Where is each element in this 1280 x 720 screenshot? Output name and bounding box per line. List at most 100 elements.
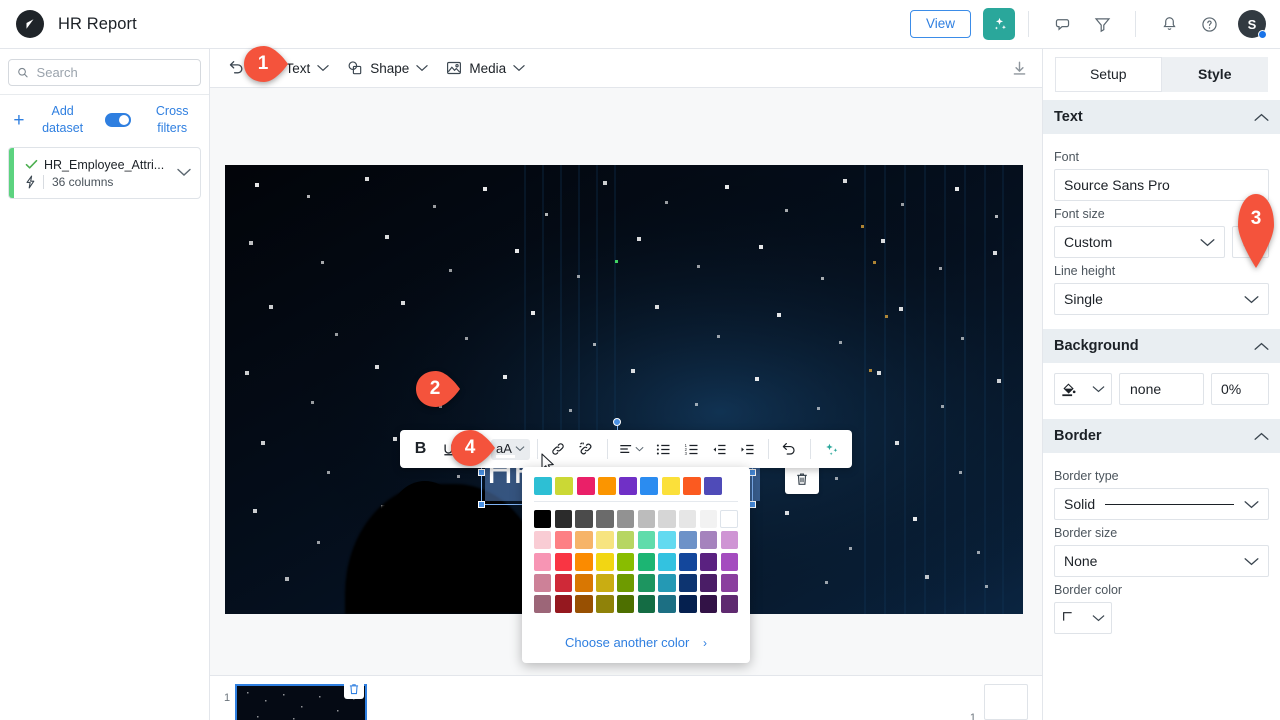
color-swatch-recent-4[interactable] xyxy=(619,477,637,495)
app-logo-icon[interactable] xyxy=(16,10,44,38)
section-header-text[interactable]: Text xyxy=(1043,100,1280,134)
ai-sparkle-button[interactable] xyxy=(818,436,845,463)
color-swatch-1-1[interactable] xyxy=(555,531,572,549)
tab-style[interactable]: Style xyxy=(1162,57,1269,92)
color-swatch-recent-3[interactable] xyxy=(598,477,616,495)
toolbar-shape-menu[interactable]: Shape xyxy=(338,56,437,80)
avatar[interactable]: S xyxy=(1238,10,1266,38)
resize-handle-sw[interactable] xyxy=(478,501,485,508)
color-swatch-recent-8[interactable] xyxy=(704,477,722,495)
canvas-area[interactable]: HR Report xyxy=(210,88,1042,675)
dataset-chevron-down-icon[interactable] xyxy=(177,164,200,182)
color-swatch-recent-7[interactable] xyxy=(683,477,701,495)
color-swatch-0-6[interactable] xyxy=(658,510,675,528)
color-swatch-1-4[interactable] xyxy=(617,531,634,549)
delete-page-button[interactable] xyxy=(344,679,364,699)
color-swatch-recent-0[interactable] xyxy=(534,477,552,495)
cross-filters-link[interactable]: Cross filters xyxy=(141,103,203,137)
color-swatch-4-7[interactable] xyxy=(679,595,696,613)
page-thumbnail-1[interactable]: 1 xyxy=(224,684,367,720)
color-swatch-1-8[interactable] xyxy=(700,531,717,549)
color-swatch-4-0[interactable] xyxy=(534,595,551,613)
filter-icon[interactable] xyxy=(1087,9,1117,39)
tab-setup[interactable]: Setup xyxy=(1055,57,1162,92)
add-dataset-link[interactable]: Add dataset xyxy=(32,103,94,137)
bulleted-list-button[interactable] xyxy=(650,436,677,463)
color-swatch-0-9[interactable] xyxy=(720,510,737,528)
color-swatch-1-0[interactable] xyxy=(534,531,551,549)
color-swatch-4-8[interactable] xyxy=(700,595,717,613)
background-opacity-input[interactable]: 0% xyxy=(1211,373,1269,405)
color-swatch-3-0[interactable] xyxy=(534,574,551,592)
color-swatch-2-5[interactable] xyxy=(638,553,655,571)
color-swatch-1-5[interactable] xyxy=(638,531,655,549)
add-page-placeholder[interactable] xyxy=(984,684,1028,720)
color-swatch-recent-1[interactable] xyxy=(555,477,573,495)
color-swatch-3-3[interactable] xyxy=(596,574,613,592)
color-swatch-3-2[interactable] xyxy=(575,574,592,592)
delete-element-button[interactable] xyxy=(795,466,809,492)
search-box[interactable] xyxy=(8,59,201,86)
help-circle-icon[interactable] xyxy=(1194,9,1224,39)
sparkle-ai-icon[interactable] xyxy=(983,8,1015,40)
color-swatch-4-6[interactable] xyxy=(658,595,675,613)
color-swatch-1-9[interactable] xyxy=(721,531,738,549)
color-swatch-2-9[interactable] xyxy=(721,553,738,571)
color-swatch-2-0[interactable] xyxy=(534,553,551,571)
color-swatch-3-8[interactable] xyxy=(700,574,717,592)
bold-button[interactable]: B xyxy=(407,436,434,463)
add-dataset-plus-button[interactable]: + xyxy=(6,111,32,130)
color-swatch-2-1[interactable] xyxy=(555,553,572,571)
notifications-bell-icon[interactable] xyxy=(1154,9,1184,39)
color-swatch-2-7[interactable] xyxy=(679,553,696,571)
color-swatch-4-9[interactable] xyxy=(721,595,738,613)
outdent-button[interactable] xyxy=(706,436,733,463)
color-swatch-2-4[interactable] xyxy=(617,553,634,571)
resize-handle-se[interactable] xyxy=(749,501,756,508)
color-swatch-2-2[interactable] xyxy=(575,553,592,571)
section-header-border[interactable]: Border xyxy=(1043,419,1280,453)
color-swatch-1-6[interactable] xyxy=(658,531,675,549)
color-swatch-0-7[interactable] xyxy=(679,510,696,528)
align-button[interactable] xyxy=(615,436,649,463)
line-height-select[interactable]: Single xyxy=(1054,283,1269,315)
color-swatch-4-4[interactable] xyxy=(617,595,634,613)
color-swatch-1-2[interactable] xyxy=(575,531,592,549)
search-input[interactable] xyxy=(37,65,192,80)
color-swatch-1-7[interactable] xyxy=(679,531,696,549)
border-type-select[interactable]: Solid xyxy=(1054,488,1269,520)
color-swatch-3-6[interactable] xyxy=(658,574,675,592)
color-swatch-3-1[interactable] xyxy=(555,574,572,592)
color-swatch-2-8[interactable] xyxy=(700,553,717,571)
indent-button[interactable] xyxy=(734,436,761,463)
dataset-card[interactable]: HR_Employee_Attri... 36 columns xyxy=(8,147,201,199)
unlink-button[interactable] xyxy=(573,436,600,463)
format-undo-button[interactable] xyxy=(776,436,803,463)
page-thumbnail-2[interactable]: 1 xyxy=(970,684,1028,720)
background-color-picker[interactable] xyxy=(1054,373,1112,405)
color-swatch-recent-2[interactable] xyxy=(577,477,595,495)
color-swatch-4-2[interactable] xyxy=(575,595,592,613)
download-icon[interactable] xyxy=(1007,56,1032,81)
color-swatch-0-4[interactable] xyxy=(617,510,634,528)
color-swatch-3-4[interactable] xyxy=(617,574,634,592)
color-swatch-0-3[interactable] xyxy=(596,510,613,528)
color-swatch-4-1[interactable] xyxy=(555,595,572,613)
color-swatch-recent-6[interactable] xyxy=(662,477,680,495)
border-size-select[interactable]: None xyxy=(1054,545,1269,577)
color-swatch-3-9[interactable] xyxy=(721,574,738,592)
color-swatch-1-3[interactable] xyxy=(596,531,613,549)
resize-handle-e[interactable] xyxy=(749,469,756,476)
color-swatch-3-5[interactable] xyxy=(638,574,655,592)
color-swatch-2-3[interactable] xyxy=(596,553,613,571)
numbered-list-button[interactable]: 1 2 3 xyxy=(678,436,705,463)
color-swatch-0-5[interactable] xyxy=(638,510,655,528)
color-swatch-0-1[interactable] xyxy=(555,510,572,528)
color-swatch-0-2[interactable] xyxy=(575,510,592,528)
color-swatch-recent-5[interactable] xyxy=(640,477,658,495)
font-size-select[interactable]: Custom xyxy=(1054,226,1225,258)
background-value-input[interactable]: none xyxy=(1119,373,1204,405)
color-swatch-2-6[interactable] xyxy=(658,553,675,571)
color-swatch-3-7[interactable] xyxy=(679,574,696,592)
color-swatch-4-3[interactable] xyxy=(596,595,613,613)
